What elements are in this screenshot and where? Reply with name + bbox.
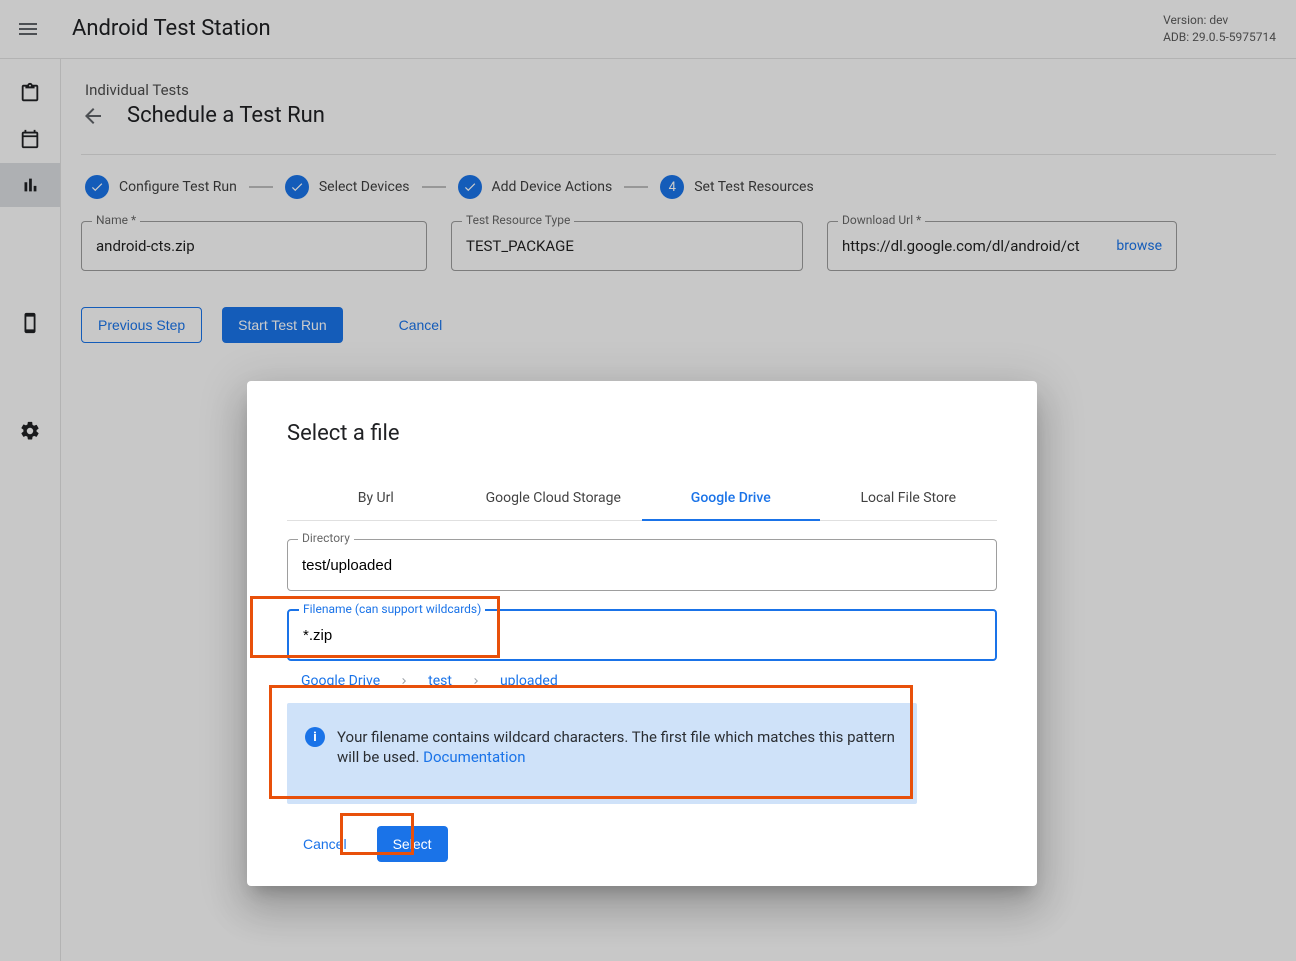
chevron-right-icon	[398, 675, 410, 687]
chevron-right-icon	[470, 675, 482, 687]
dialog-actions: Cancel Select	[287, 826, 997, 862]
directory-input[interactable]	[302, 557, 982, 574]
tab-by-url[interactable]: By Url	[287, 476, 465, 520]
info-icon: i	[305, 727, 325, 747]
source-tabs: By Url Google Cloud Storage Google Drive…	[287, 476, 997, 521]
dialog-title: Select a file	[287, 421, 997, 446]
tab-local-file[interactable]: Local File Store	[820, 476, 998, 520]
crumb-google-drive[interactable]: Google Drive	[301, 673, 380, 689]
tab-google-drive[interactable]: Google Drive	[642, 476, 820, 520]
info-text: Your filename contains wildcard characte…	[337, 727, 899, 768]
directory-field[interactable]: Directory	[287, 539, 997, 591]
path-crumbs: Google Drive test uploaded	[287, 673, 997, 689]
directory-label: Directory	[298, 531, 354, 545]
filename-field[interactable]: Filename (can support wildcards)	[287, 609, 997, 661]
select-file-dialog: Select a file By Url Google Cloud Storag…	[247, 381, 1037, 886]
filename-label: Filename (can support wildcards)	[299, 602, 485, 616]
crumb-uploaded[interactable]: uploaded	[500, 673, 558, 689]
info-box: i Your filename contains wildcard charac…	[287, 703, 917, 804]
documentation-link[interactable]: Documentation	[423, 748, 525, 766]
tab-gcs[interactable]: Google Cloud Storage	[465, 476, 643, 520]
dialog-select-button[interactable]: Select	[377, 826, 448, 862]
filename-input[interactable]	[303, 627, 981, 644]
crumb-test[interactable]: test	[428, 673, 452, 689]
dialog-cancel-button[interactable]: Cancel	[287, 826, 363, 862]
